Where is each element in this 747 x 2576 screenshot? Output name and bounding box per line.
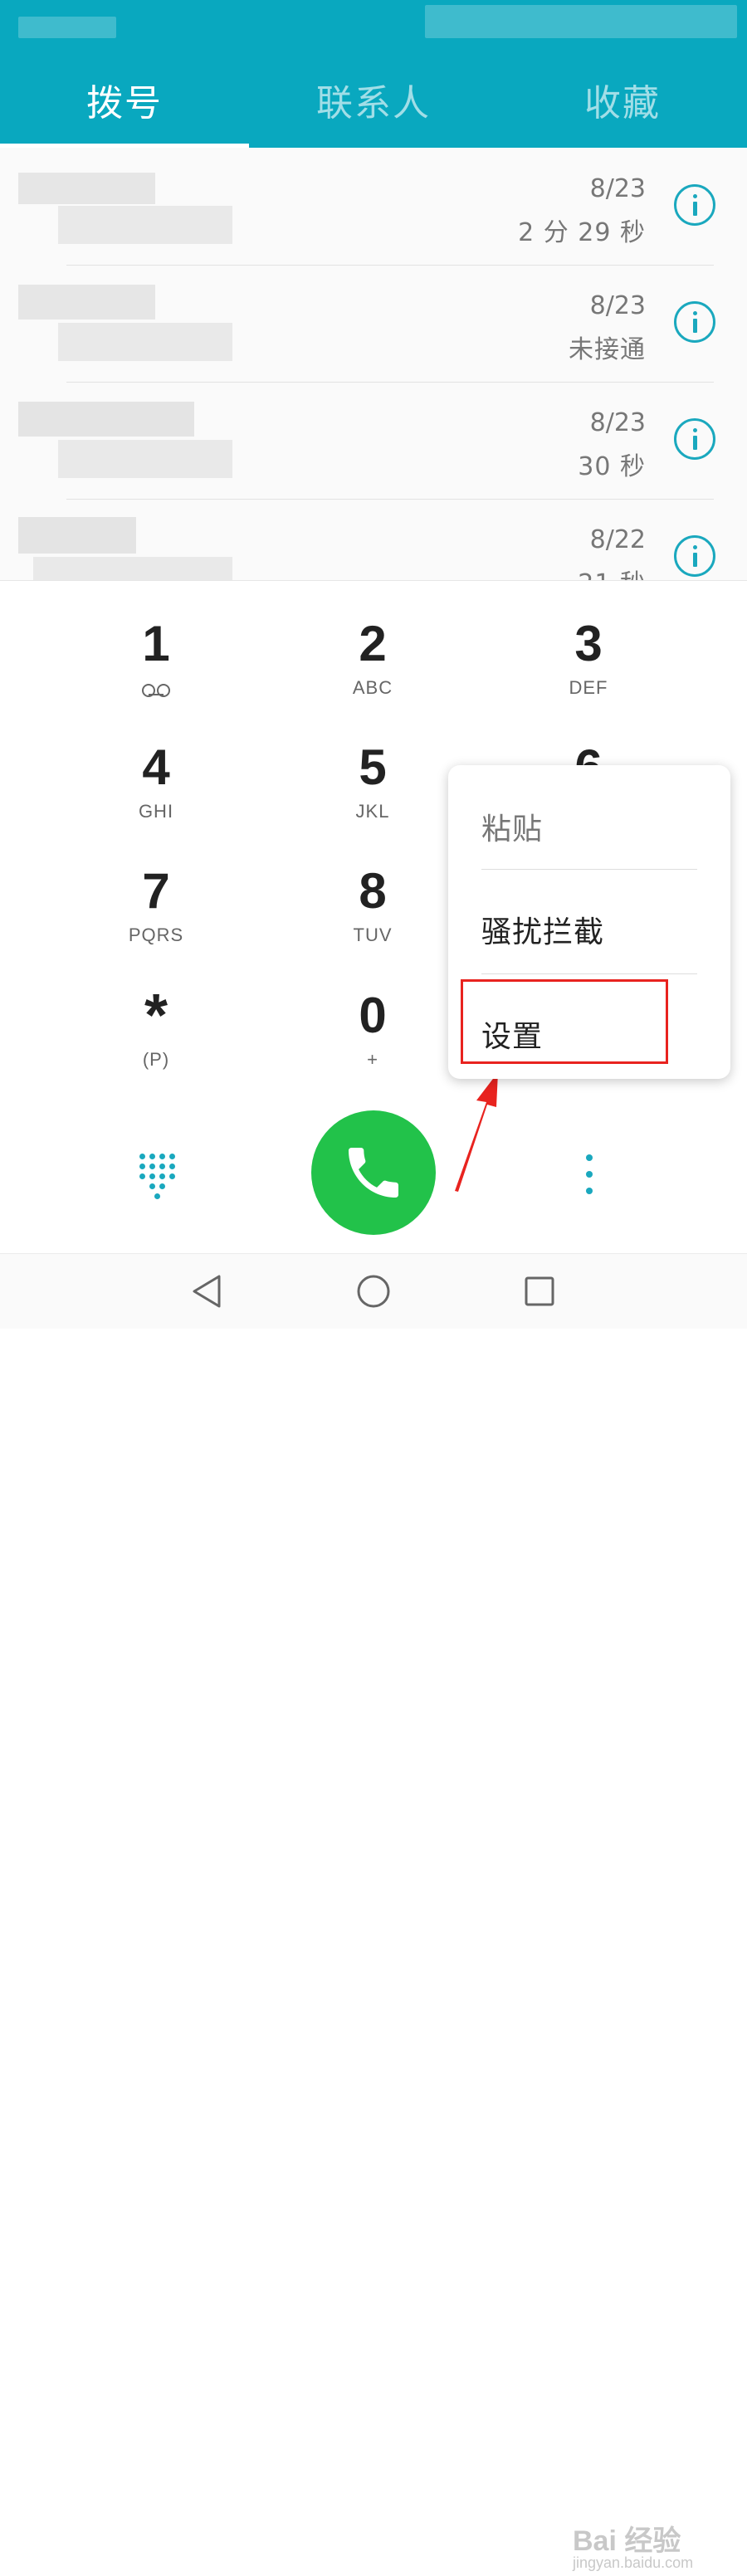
key-0[interactable]: 0 + — [290, 988, 456, 1095]
info-icon[interactable] — [674, 301, 715, 343]
dialpad-toggle-icon[interactable] — [139, 1154, 176, 1200]
key-digit: 8 — [359, 863, 387, 919]
menu-item-paste[interactable]: 粘贴 — [481, 805, 543, 848]
call-log-item[interactable]: 8/23 30 秒 — [0, 382, 747, 499]
key-letters: TUV — [353, 925, 393, 945]
key-letters: JKL — [355, 801, 390, 822]
call-log-list: 8/23 2 分 29 秒 8/23 未接通 8/23 30 秒 8/22 21… — [0, 148, 747, 580]
info-icon[interactable] — [674, 184, 715, 226]
tab-favorites-label: 收藏 — [584, 82, 661, 124]
tab-favorites[interactable]: 收藏 — [498, 51, 747, 148]
system-nav-bar: Bai 经验 jingyan.baidu.com — [0, 1253, 747, 2571]
menu-divider — [481, 973, 697, 974]
watermark-text: Bai 经验 — [573, 2525, 681, 2557]
key-digit: 0 — [359, 988, 387, 1043]
key-digit: 7 — [142, 863, 170, 919]
key-digit: 4 — [142, 739, 170, 795]
call-date: 8/23 — [589, 291, 646, 320]
key-1[interactable]: 1 — [73, 616, 239, 724]
key-digit: 2 — [359, 616, 387, 671]
tab-bar: 拨号 联系人 收藏 — [0, 51, 747, 148]
call-date: 8/23 — [589, 174, 646, 203]
key-letters: + — [367, 1049, 378, 1070]
baidu-watermark: Bai 经验 jingyan.baidu.com — [573, 2518, 739, 2576]
blurred-contact-number — [33, 557, 232, 580]
key-2[interactable]: 2 ABC — [290, 616, 456, 724]
key-7[interactable]: 7 PQRS — [73, 863, 239, 971]
key-4[interactable]: 4 GHI — [73, 739, 239, 847]
status-blur-right — [425, 5, 737, 38]
home-icon[interactable] — [355, 1273, 392, 1310]
blurred-contact-name — [18, 402, 194, 437]
annotation-arrow — [455, 1072, 498, 1192]
info-icon[interactable] — [674, 535, 715, 577]
back-icon[interactable] — [189, 1273, 226, 1310]
status-bar — [0, 0, 747, 51]
call-duration: 21 秒 — [578, 563, 646, 580]
key-digit: * — [144, 983, 168, 1049]
recents-icon[interactable] — [523, 1275, 556, 1308]
menu-item-harassment-block[interactable]: 骚扰拦截 — [481, 908, 604, 951]
call-button[interactable] — [311, 1110, 436, 1235]
divider — [66, 265, 714, 266]
call-date: 8/23 — [589, 408, 646, 437]
key-5[interactable]: 5 JKL — [290, 739, 456, 847]
key-digit: 1 — [142, 616, 170, 671]
key-letters: DEF — [569, 677, 608, 698]
voicemail-icon — [142, 684, 170, 697]
call-log-item[interactable]: 8/23 2 分 29 秒 — [0, 148, 747, 265]
blurred-contact-number — [58, 440, 232, 478]
call-duration: 30 秒 — [578, 452, 646, 481]
status-blur-left — [18, 17, 116, 38]
key-letters: (P) — [142, 1049, 170, 1070]
call-log-item[interactable]: 8/22 21 秒 — [0, 499, 747, 580]
more-options-icon[interactable] — [573, 1149, 606, 1199]
tab-dialer-label: 拨号 — [86, 82, 163, 124]
tab-dialer[interactable]: 拨号 — [0, 51, 249, 148]
call-date: 8/22 — [589, 525, 646, 554]
highlight-box — [461, 979, 668, 1064]
blurred-contact-number — [58, 323, 232, 361]
key-digit: 3 — [574, 616, 603, 671]
call-log-item[interactable]: 8/23 未接通 — [0, 265, 747, 382]
key-3[interactable]: 3 DEF — [505, 616, 671, 724]
watermark-subtext: jingyan.baidu.com — [573, 2554, 694, 2571]
key-star[interactable]: * (P) — [73, 983, 239, 1095]
tab-contacts[interactable]: 联系人 — [249, 51, 498, 148]
divider — [66, 499, 714, 500]
divider — [66, 382, 714, 383]
info-icon[interactable] — [674, 418, 715, 460]
blurred-contact-name — [18, 285, 155, 320]
key-digit: 5 — [359, 739, 387, 795]
blurred-contact-name — [18, 173, 155, 204]
blurred-contact-name — [18, 517, 136, 554]
key-letters: GHI — [138, 801, 174, 822]
key-letters: ABC — [352, 677, 393, 698]
key-8[interactable]: 8 TUV — [290, 863, 456, 971]
call-status: 未接通 — [569, 335, 646, 364]
key-letters: PQRS — [128, 925, 184, 945]
tab-contacts-label: 联系人 — [316, 82, 431, 124]
phone-icon — [349, 1148, 398, 1198]
call-duration: 2 分 29 秒 — [518, 218, 646, 247]
blurred-contact-number — [58, 206, 232, 244]
menu-divider — [481, 869, 697, 870]
